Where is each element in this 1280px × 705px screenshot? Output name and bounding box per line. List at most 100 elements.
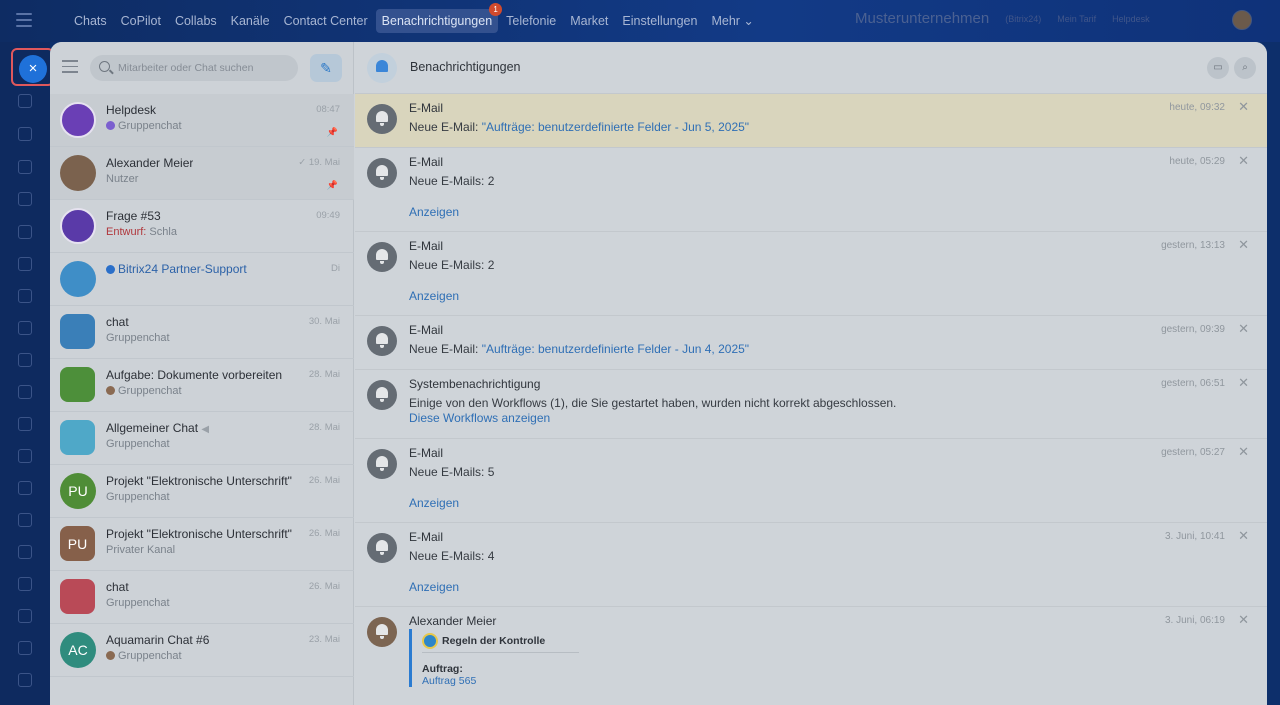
chat-item-allgemeiner-chat[interactable]: Allgemeiner Chat ◀ Gruppenchat 28. Mai xyxy=(50,412,354,465)
close-icon[interactable]: ✕ xyxy=(1238,321,1249,337)
sidebar-icon[interactable] xyxy=(18,577,32,591)
chat-item-chat[interactable]: chat Gruppenchat 30. Mai xyxy=(50,306,354,359)
order-link[interactable]: Auftrag 565 xyxy=(422,675,579,687)
chat-subtitle: Gruppenchat xyxy=(106,120,182,132)
nav-copilot[interactable]: CoPilot xyxy=(115,9,167,33)
nav-benachrichtigungen[interactable]: Benachrichtigungen 1 xyxy=(375,3,503,33)
search-box[interactable] xyxy=(90,55,298,81)
rules-icon xyxy=(422,632,438,649)
nav-mehr[interactable]: Mehr ⌄ xyxy=(705,9,759,33)
close-icon[interactable]: ✕ xyxy=(1238,528,1249,544)
chat-item-projekt-gruppenchat[interactable]: PU Projekt "Elektronische Unterschrift" … xyxy=(50,465,354,518)
sidebar-icon[interactable] xyxy=(18,385,32,399)
chat-item-projekt-kanal[interactable]: PU Projekt "Elektronische Unterschrift" … xyxy=(50,518,354,571)
close-icon[interactable]: ✕ xyxy=(1238,612,1249,628)
top-bar: Chats CoPilot Collabs Kanäle Contact Cen… xyxy=(0,0,1280,42)
notification-item[interactable]: E-Mail Neue E-Mail: "Aufträge: benutzerd… xyxy=(355,94,1267,148)
sidebar-icon[interactable] xyxy=(18,225,32,239)
sidebar-icon[interactable] xyxy=(18,641,32,655)
nav-telefonie[interactable]: Telefonie xyxy=(500,9,562,33)
sidebar-icon[interactable] xyxy=(18,289,32,303)
notification-text: Neue E-Mails: 4 xyxy=(409,549,495,563)
sidebar-icon[interactable] xyxy=(18,513,32,527)
notification-item[interactable]: E-Mail Neue E-Mail: "Aufträge: benutzerd… xyxy=(355,316,1267,370)
nav-market[interactable]: Market xyxy=(564,9,614,33)
chat-item-aquamarin[interactable]: AC Aquamarin Chat #6 Gruppenchat 23. Mai xyxy=(50,624,354,677)
notification-title: E-Mail xyxy=(409,239,444,253)
close-icon[interactable]: ✕ xyxy=(1238,153,1249,169)
email-subject-link[interactable]: "Aufträge: benutzerdefinierte Felder - J… xyxy=(482,342,749,356)
group-dot-icon xyxy=(106,121,115,130)
close-icon[interactable]: ✕ xyxy=(1238,99,1249,115)
sidebar-icon[interactable] xyxy=(18,192,32,206)
chat-name: Aufgabe: Dokumente vorbereiten xyxy=(106,368,283,382)
sidebar-icon[interactable] xyxy=(18,257,32,271)
chat-subtitle: Gruppenchat xyxy=(106,650,182,662)
notification-title: Alexander Meier xyxy=(409,614,497,628)
search-input[interactable] xyxy=(118,55,293,81)
nav-contact-center[interactable]: Contact Center xyxy=(278,9,374,33)
notification-item[interactable]: E-Mail Neue E-Mails: 5 Anzeigen gestern,… xyxy=(355,439,1267,523)
chat-item-chat-2[interactable]: chat Gruppenchat 26. Mai xyxy=(50,571,354,624)
filter-icon[interactable] xyxy=(62,60,78,74)
notification-time: 3. Juni, 06:19 xyxy=(1164,615,1225,626)
sidebar-icon[interactable] xyxy=(18,94,32,108)
notification-item[interactable]: Systembenachrichtigung Einige von den Wo… xyxy=(355,370,1267,439)
notifications-header: Benachrichtigungen ▭ ⌕ xyxy=(355,42,1267,94)
sidebar-icon[interactable] xyxy=(18,127,32,141)
show-link[interactable]: Anzeigen xyxy=(409,496,459,510)
notification-text: Neue E-Mails: 5 xyxy=(409,465,495,479)
chat-item-partner-support[interactable]: Bitrix24 Partner-Support Di xyxy=(50,253,354,306)
general-chat-icon xyxy=(60,420,95,455)
close-icon[interactable]: ✕ xyxy=(1238,444,1249,460)
helpdesk-link[interactable]: Helpdesk xyxy=(1112,14,1150,24)
chat-time: ✓ 19. Mai xyxy=(298,157,340,168)
avatar: AC xyxy=(60,632,96,668)
notification-item[interactable]: E-Mail Neue E-Mails: 4 Anzeigen 3. Juni,… xyxy=(355,523,1267,607)
lock-icon xyxy=(60,314,95,349)
sidebar-icon[interactable] xyxy=(18,417,32,431)
nav-chats[interactable]: Chats xyxy=(68,9,113,33)
chat-name: chat xyxy=(106,315,129,329)
email-subject-link[interactable]: "Aufträge: benutzerdefinierte Felder - J… xyxy=(482,120,749,134)
show-link[interactable]: Anzeigen xyxy=(409,580,459,594)
nav-kanaele[interactable]: Kanäle xyxy=(225,9,276,33)
notification-title: E-Mail xyxy=(409,101,444,115)
sidebar-icon[interactable] xyxy=(18,609,32,623)
sidebar-icon[interactable] xyxy=(18,321,32,335)
close-icon[interactable]: ✕ xyxy=(1238,375,1249,391)
close-messenger-button[interactable]: × xyxy=(19,55,47,83)
search-history-icon[interactable]: ⌕ xyxy=(1234,57,1256,79)
chat-item-helpdesk[interactable]: Helpdesk Gruppenchat 08:47 📌 xyxy=(50,94,354,147)
chat-item-alexander-meier[interactable]: Alexander Meier Nutzer ✓ 19. Mai 📌 xyxy=(50,147,354,200)
chat-item-aufgabe[interactable]: Aufgabe: Dokumente vorbereiten Gruppench… xyxy=(50,359,354,412)
nav-collabs[interactable]: Collabs xyxy=(169,9,223,33)
nav-einstellungen[interactable]: Einstellungen xyxy=(616,9,703,33)
user-avatar[interactable] xyxy=(1232,10,1252,30)
close-icon[interactable]: ✕ xyxy=(1238,237,1249,253)
sidebar-icon[interactable] xyxy=(18,449,32,463)
show-link[interactable]: Anzeigen xyxy=(409,289,459,303)
compose-icon[interactable]: ✎ xyxy=(310,54,342,82)
sidebar-icon[interactable] xyxy=(18,160,32,174)
company-name[interactable]: Musterunternehmen xyxy=(855,10,989,27)
menu-icon[interactable] xyxy=(16,13,32,27)
chat-time: 28. Mai xyxy=(308,422,340,433)
sidebar-icon[interactable] xyxy=(18,353,32,367)
workflows-link[interactable]: Diese Workflows anzeigen xyxy=(409,411,550,425)
chat-bubbles-icon[interactable]: ▭ xyxy=(1207,57,1229,79)
notification-time: 3. Juni, 10:41 xyxy=(1164,531,1225,542)
notification-item[interactable]: Alexander Meier Regeln der Kontrolle Auf… xyxy=(355,607,1267,705)
my-plan-link[interactable]: Mein Tarif xyxy=(1057,14,1096,24)
notification-item[interactable]: E-Mail Neue E-Mails: 2 Anzeigen heute, 0… xyxy=(355,148,1267,232)
bell-avatar-icon xyxy=(367,533,397,563)
settings-icon[interactable] xyxy=(18,673,32,687)
notification-text: Neue E-Mail: "Aufträge: benutzerdefinier… xyxy=(409,342,749,356)
show-link[interactable]: Anzeigen xyxy=(409,205,459,219)
chat-item-frage-53[interactable]: Frage #53 Entwurf: Schla 09:49 xyxy=(50,200,354,253)
notification-item[interactable]: E-Mail Neue E-Mails: 2 Anzeigen gestern,… xyxy=(355,232,1267,316)
question-avatar-icon xyxy=(60,208,96,244)
chat-name: Aquamarin Chat #6 xyxy=(106,633,210,647)
sidebar-icon[interactable] xyxy=(18,481,32,495)
sidebar-icon[interactable] xyxy=(18,545,32,559)
